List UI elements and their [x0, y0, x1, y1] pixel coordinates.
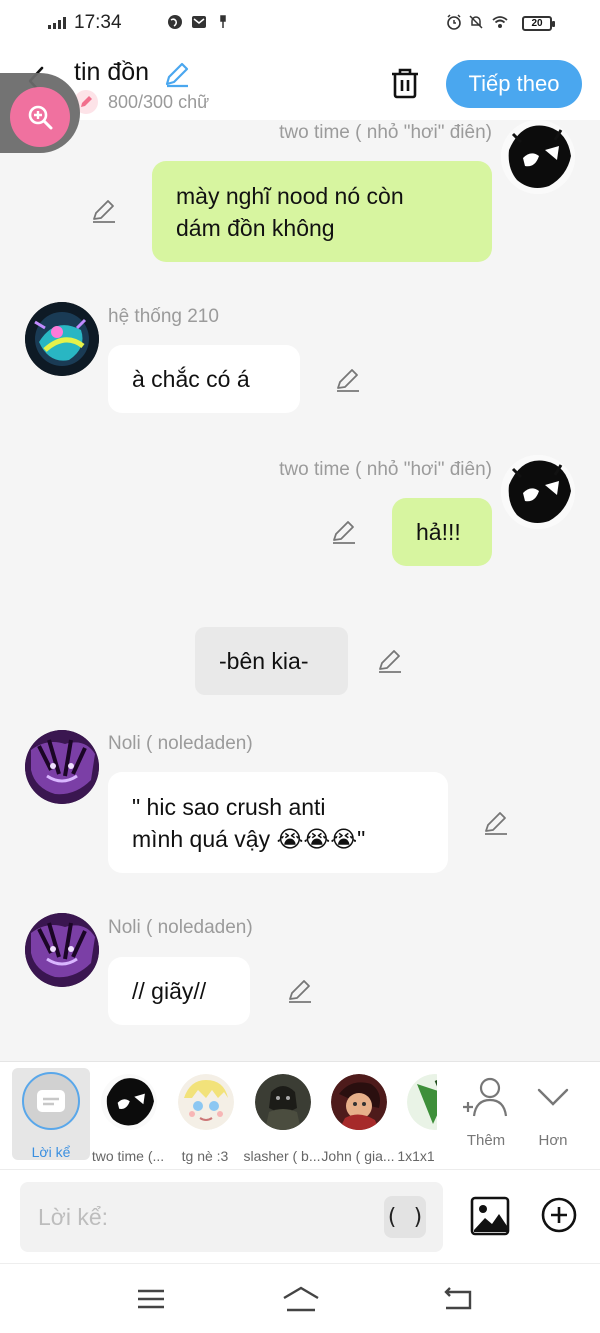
avatar[interactable]	[25, 730, 99, 804]
message-input-box: ( )	[20, 1182, 443, 1252]
message-bubble[interactable]: // giãy//	[108, 957, 250, 1025]
edit-title-pencil-icon[interactable]	[163, 60, 191, 88]
message-line: mình quá vậy 😭😭😭"	[132, 826, 366, 852]
zoom-button[interactable]	[10, 87, 70, 147]
message-line: mày nghĩ nood nó còn	[176, 183, 404, 209]
sender-name: Noli ( noledaden)	[108, 917, 253, 938]
character-item[interactable]: two time (...	[89, 1072, 167, 1164]
character-item[interactable]: tg nè :3	[166, 1072, 244, 1164]
message-line: // giãy//	[132, 978, 207, 1004]
counter-text: 800/300 chữ	[108, 91, 210, 112]
wifi-icon	[492, 16, 508, 28]
more-button[interactable]: Hơn	[525, 1074, 581, 1154]
edit-message-pencil-icon[interactable]	[334, 366, 362, 394]
mute-bell-icon	[469, 15, 483, 29]
header: tin đồn 800/300 chữ Tiếp theo	[0, 48, 600, 120]
avatar	[407, 1074, 437, 1130]
message-bubble[interactable]: à chắc có á	[108, 345, 300, 413]
parentheses-button[interactable]: ( )	[384, 1196, 426, 1238]
character-item[interactable]: 1x1x1	[395, 1072, 437, 1164]
message-line: " hic sao crush anti	[132, 794, 326, 820]
message-bubble[interactable]: " hic sao crush anti mình quá vậy 😭😭😭"	[108, 772, 448, 873]
character-label: Lời kể	[31, 1144, 71, 1160]
edit-message-pencil-icon[interactable]	[286, 977, 314, 1005]
mail-icon	[192, 16, 206, 28]
message-input[interactable]	[38, 1200, 378, 1234]
avatar[interactable]	[501, 120, 575, 194]
more-label: Hơn	[538, 1132, 568, 1149]
globe-icon	[168, 15, 182, 29]
message-line: dám đồn không	[176, 215, 335, 241]
next-button[interactable]: Tiếp theo	[446, 60, 582, 108]
avatar[interactable]	[501, 455, 575, 529]
signal-icon	[48, 17, 66, 29]
avatar	[178, 1074, 234, 1130]
message-bubble[interactable]: hả!!!	[392, 498, 492, 566]
system-navigation-bar	[0, 1263, 600, 1333]
message-line: à chắc có á	[132, 366, 250, 392]
usb-icon	[220, 15, 226, 28]
message-line: hả!!!	[416, 519, 461, 545]
narration-bubble[interactable]: -bên kia-	[195, 627, 348, 695]
home-icon[interactable]	[281, 1284, 321, 1314]
sender-name: hệ thống 210	[108, 306, 219, 327]
message-bubble[interactable]: mày nghĩ nood nó còn dám đồn không	[152, 161, 492, 262]
avatar[interactable]	[25, 302, 99, 376]
edit-message-pencil-icon[interactable]	[376, 647, 404, 675]
character-label: two time (...	[91, 1148, 165, 1164]
avatar[interactable]	[25, 913, 99, 987]
sender-name: Noli ( noledaden)	[108, 733, 253, 754]
add-character-label: Thêm	[466, 1132, 506, 1149]
composer: ( )	[0, 1169, 600, 1263]
avatar	[255, 1074, 311, 1130]
avatar	[101, 1074, 157, 1130]
page-title: tin đồn	[74, 58, 150, 86]
alarm-icon	[447, 14, 461, 30]
character-item[interactable]: John ( gia...	[319, 1072, 397, 1164]
edit-message-pencil-icon[interactable]	[482, 809, 510, 837]
battery-icon: 20	[522, 16, 555, 31]
image-icon[interactable]	[470, 1196, 510, 1236]
character-counter: 800/300 chữ	[74, 90, 209, 114]
back-icon[interactable]	[440, 1284, 474, 1314]
chevron-down-icon	[537, 1088, 569, 1106]
character-label: 1x1x1	[397, 1148, 435, 1164]
sender-name: two time ( nhỏ "hơi" điên)	[279, 122, 492, 143]
avatar	[331, 1074, 387, 1130]
zoom-in-icon	[28, 105, 53, 130]
plus-circle-icon[interactable]	[540, 1196, 578, 1234]
character-label: slasher ( b...	[243, 1148, 321, 1164]
character-selector: Lời kể two time (... tg nè :3 slasher ( …	[0, 1061, 600, 1169]
add-person-icon	[463, 1077, 508, 1117]
menu-icon[interactable]	[134, 1284, 168, 1314]
character-narrator[interactable]: Lời kể	[12, 1068, 90, 1160]
narration-icon	[22, 1072, 80, 1130]
sender-name: two time ( nhỏ "hơi" điên)	[279, 459, 492, 480]
message-line: -bên kia-	[219, 648, 309, 674]
character-label: tg nè :3	[181, 1148, 229, 1164]
character-item[interactable]: slasher ( b...	[243, 1072, 321, 1164]
edit-message-pencil-icon[interactable]	[90, 197, 118, 225]
add-character-button[interactable]: Thêm	[458, 1074, 514, 1154]
status-time: 17:34	[74, 12, 122, 33]
trash-icon[interactable]	[388, 66, 422, 100]
status-bar: 17:34 20	[0, 0, 600, 48]
edit-message-pencil-icon[interactable]	[330, 518, 358, 546]
character-label: John ( gia...	[321, 1148, 395, 1164]
